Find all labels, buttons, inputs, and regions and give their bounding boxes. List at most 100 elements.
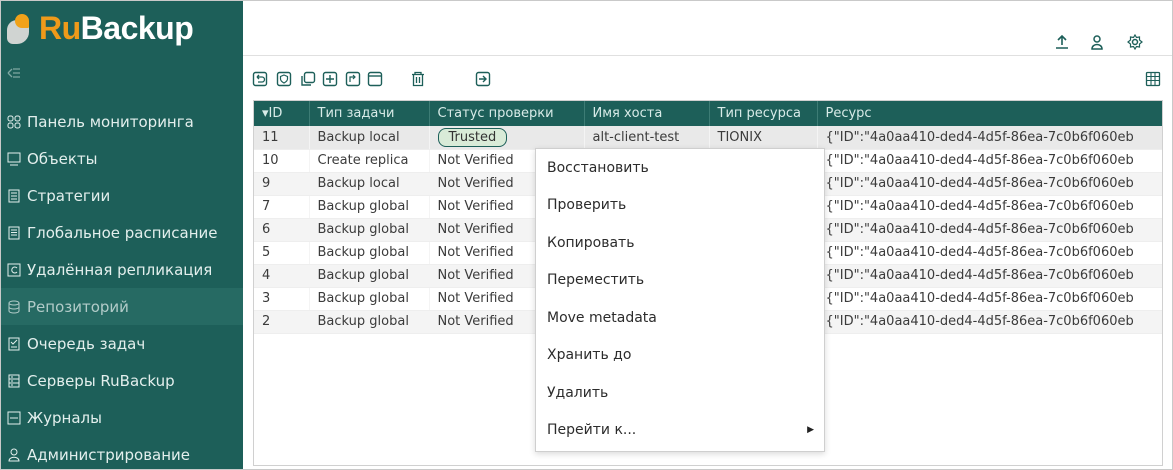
cell-task-type: Backup global: [309, 241, 430, 265]
cell-check-status: Trusted: [429, 126, 585, 150]
sidebar-item-label: Очередь задач: [27, 334, 146, 353]
cell-task-type: Backup local: [309, 172, 430, 196]
column-header-resource-type[interactable]: Тип ресурса: [709, 101, 818, 126]
database-icon: [7, 300, 21, 314]
sidebar-item-global-schedule[interactable]: Глобальное расписание: [1, 214, 243, 251]
move-icon[interactable]: [322, 71, 338, 87]
sidebar-item-objects[interactable]: Объекты: [1, 140, 243, 177]
cell-resource: {"ID":"4a0aa410-ded4-4d5f-86ea-7c0b6f060…: [817, 172, 1162, 196]
cell-hostname: alt-client-test: [584, 126, 710, 150]
verify-icon[interactable]: [276, 71, 292, 87]
cell-resource-type: TIONIX: [709, 126, 818, 150]
upload-icon[interactable]: [1054, 34, 1070, 50]
cell-resource: {"ID":"4a0aa410-ded4-4d5f-86ea-7c0b6f060…: [817, 241, 1162, 265]
table-settings-icon[interactable]: [1145, 71, 1161, 87]
sidebar-item-label: Объекты: [27, 149, 98, 168]
menu-item-move-metadata[interactable]: Move metadata: [536, 299, 824, 337]
dashboard-icon: [7, 115, 21, 129]
sidebar-item-task-queue[interactable]: Очередь задач: [1, 325, 243, 362]
cell-task-type: Backup global: [309, 310, 430, 334]
cell-resource: {"ID":"4a0aa410-ded4-4d5f-86ea-7c0b6f060…: [817, 149, 1162, 173]
document-icon: [7, 189, 21, 203]
replication-icon: [7, 263, 21, 277]
cell-task-type: Backup global: [309, 218, 430, 242]
sidebar-nav: Панель мониторинга Объекты Стратегии Гло…: [1, 103, 243, 470]
schedule-icon: [7, 226, 21, 240]
settings-icon[interactable]: [1127, 33, 1143, 51]
cell-task-type: Backup global: [309, 287, 430, 311]
cell-task-type: Backup global: [309, 264, 430, 288]
menu-item-goto-label: Перейти к...: [547, 422, 637, 439]
menu-item-restore[interactable]: Восстановить: [536, 149, 824, 187]
cell-task-type: Backup global: [309, 195, 430, 219]
sidebar-item-monitoring[interactable]: Панель мониторинга: [1, 103, 243, 140]
logo-text-backup: Backup: [80, 10, 194, 46]
delete-icon[interactable]: [410, 71, 426, 87]
column-header-id[interactable]: ▾ID: [254, 101, 310, 126]
sidebar-item-repository[interactable]: Репозиторий: [1, 288, 243, 325]
sidebar-item-label: Репозиторий: [27, 297, 129, 316]
sidebar-item-label: Глобальное расписание: [27, 223, 218, 242]
cell-id: 5: [254, 241, 310, 265]
cell-resource: {"ID":"4a0aa410-ded4-4d5f-86ea-7c0b6f060…: [817, 264, 1162, 288]
table-row[interactable]: 11 Backup local Trusted alt-client-test …: [254, 126, 1162, 150]
cell-task-type: Create replica: [309, 149, 430, 173]
checklist-icon: [7, 337, 21, 351]
column-header-resource[interactable]: Ресурс: [817, 101, 1162, 126]
log-icon: [7, 411, 21, 425]
goto-icon[interactable]: [475, 71, 491, 87]
user-icon[interactable]: [1089, 34, 1105, 50]
sidebar-item-servers[interactable]: Серверы RuBackup: [1, 362, 243, 399]
cell-task-type: Backup local: [309, 126, 430, 150]
cell-resource: {"ID":"4a0aa410-ded4-4d5f-86ea-7c0b6f060…: [817, 195, 1162, 219]
sidebar-item-label: Журналы: [27, 408, 102, 427]
cell-resource: {"ID":"4a0aa410-ded4-4d5f-86ea-7c0b6f060…: [817, 126, 1162, 150]
cell-id: 7: [254, 195, 310, 219]
metadata-icon[interactable]: [345, 71, 361, 87]
logo-text-ru: Ru: [39, 10, 81, 46]
cell-id: 11: [254, 126, 310, 150]
cell-id: 6: [254, 218, 310, 242]
logo: RuBackup: [1, 1, 243, 56]
menu-item-move[interactable]: Переместить: [536, 262, 824, 300]
menu-item-goto[interactable]: Перейти к... ▶: [536, 412, 824, 450]
table-header-row: ▾ID Тип задачи Статус проверки Имя хоста…: [254, 101, 1162, 126]
cell-id: 2: [254, 310, 310, 334]
cell-id: 3: [254, 287, 310, 311]
sidebar-item-label: Панель мониторинга: [27, 112, 194, 131]
cell-resource: {"ID":"4a0aa410-ded4-4d5f-86ea-7c0b6f060…: [817, 287, 1162, 311]
sidebar: RuBackup Панель мониторинга Объекты Стра…: [1, 1, 243, 469]
copy-icon[interactable]: [300, 71, 316, 87]
cell-id: 10: [254, 149, 310, 173]
rubackup-logo-icon: [7, 12, 33, 46]
cell-id: 9: [254, 172, 310, 196]
menu-item-keep-until[interactable]: Хранить до: [536, 337, 824, 375]
sidebar-item-remote-replication[interactable]: Удалённая репликация: [1, 251, 243, 288]
column-header-hostname[interactable]: Имя хоста: [584, 101, 710, 126]
column-header-task-type[interactable]: Тип задачи: [309, 101, 430, 126]
sidebar-item-label: Удалённая репликация: [27, 260, 213, 279]
sidebar-item-strategies[interactable]: Стратегии: [1, 177, 243, 214]
context-menu: Восстановить Проверить Копировать Переме…: [535, 148, 825, 452]
restore-icon[interactable]: [252, 71, 268, 87]
sidebar-item-logs[interactable]: Журналы: [1, 399, 243, 436]
cell-resource: {"ID":"4a0aa410-ded4-4d5f-86ea-7c0b6f060…: [817, 310, 1162, 334]
repository-toolbar: [243, 68, 1172, 96]
column-header-check-status[interactable]: Статус проверки: [429, 101, 585, 126]
cell-id: 4: [254, 264, 310, 288]
menu-item-verify[interactable]: Проверить: [536, 187, 824, 225]
sidebar-item-administration[interactable]: Администрирование: [1, 436, 243, 470]
user-admin-icon: [7, 448, 21, 462]
trusted-status-badge: Trusted: [437, 127, 508, 147]
sidebar-item-label: Стратегии: [27, 186, 111, 205]
logo-text: RuBackup: [39, 10, 194, 47]
submenu-arrow-icon: ▶: [807, 425, 814, 436]
sidebar-item-label: Серверы RuBackup: [27, 371, 175, 390]
top-bar: [243, 1, 1172, 56]
monitor-icon: [7, 152, 21, 166]
collapse-sidebar-icon[interactable]: [7, 65, 21, 79]
menu-item-copy[interactable]: Копировать: [536, 224, 824, 262]
menu-item-delete[interactable]: Удалить: [536, 374, 824, 412]
keep-until-icon[interactable]: [367, 71, 383, 87]
sidebar-item-label: Администрирование: [27, 445, 191, 464]
